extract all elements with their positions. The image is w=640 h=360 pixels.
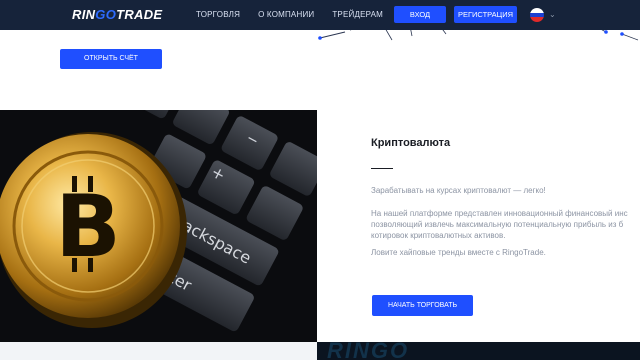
logo-part-trade: TRADE (116, 7, 163, 22)
section-intro-text: Зарабатывать на курсах криптовалют — лег… (371, 186, 546, 195)
banner-brand-text: RINGO (327, 342, 410, 360)
top-navbar: RINGOTRADE ТОРГОВЛЯ О КОМПАНИИ ТРЕЙДЕРАМ… (0, 0, 640, 30)
nav-item-trading[interactable]: ТОРГОВЛЯ (196, 10, 240, 19)
login-button[interactable]: ВХОД (394, 6, 446, 23)
ringotrade-logo[interactable]: RINGOTRADE (72, 7, 162, 22)
bitcoin-keyboard-image: + − Backspace Enter B (0, 110, 317, 342)
next-section-banner: RINGO (317, 342, 640, 360)
nav-item-about[interactable]: О КОМПАНИИ (258, 10, 314, 19)
description-line-1: На нашей платформе представлен инновацио… (371, 209, 628, 218)
bitcoin-coin-icon: B (0, 132, 187, 328)
flag-stripe-red (530, 17, 544, 22)
page: RINGOTRADE ТОРГОВЛЯ О КОМПАНИИ ТРЕЙДЕРАМ… (0, 0, 640, 360)
description-line-3: котировок криптовалютных активов. (371, 231, 506, 240)
language-flag-icon[interactable] (530, 8, 544, 22)
crypto-section: Криптовалюта Зарабатывать на курсах крип… (317, 110, 640, 342)
section-title: Криптовалюта (371, 137, 451, 149)
network-lines-decoration (318, 30, 639, 41)
logo-part-rin: RIN (72, 7, 96, 22)
nav-item-traders[interactable]: ТРЕЙДЕРАМ (332, 10, 383, 19)
keyboard-illustration: + − Backspace Enter B (0, 110, 317, 342)
logo-part-go: GO (95, 7, 117, 22)
open-account-button[interactable]: ОТКРЫТЬ СЧЁТ (60, 49, 162, 69)
title-underline (371, 168, 393, 169)
section-description: На нашей платформе представлен инновацио… (371, 208, 628, 241)
next-section-left (0, 342, 317, 360)
register-button[interactable]: РЕГИСТРАЦИЯ (454, 6, 517, 23)
description-line-2: позволяющий извлечь максимальную потенци… (371, 220, 624, 229)
start-trading-button[interactable]: НАЧАТЬ ТОРГОВАТЬ (372, 295, 473, 316)
main-nav: ТОРГОВЛЯ О КОМПАНИИ ТРЕЙДЕРАМ (196, 10, 383, 19)
chevron-down-icon[interactable]: ⌄ (549, 10, 556, 19)
section-tagline: Ловите хайповые тренды вместе с RingoTra… (371, 248, 546, 257)
